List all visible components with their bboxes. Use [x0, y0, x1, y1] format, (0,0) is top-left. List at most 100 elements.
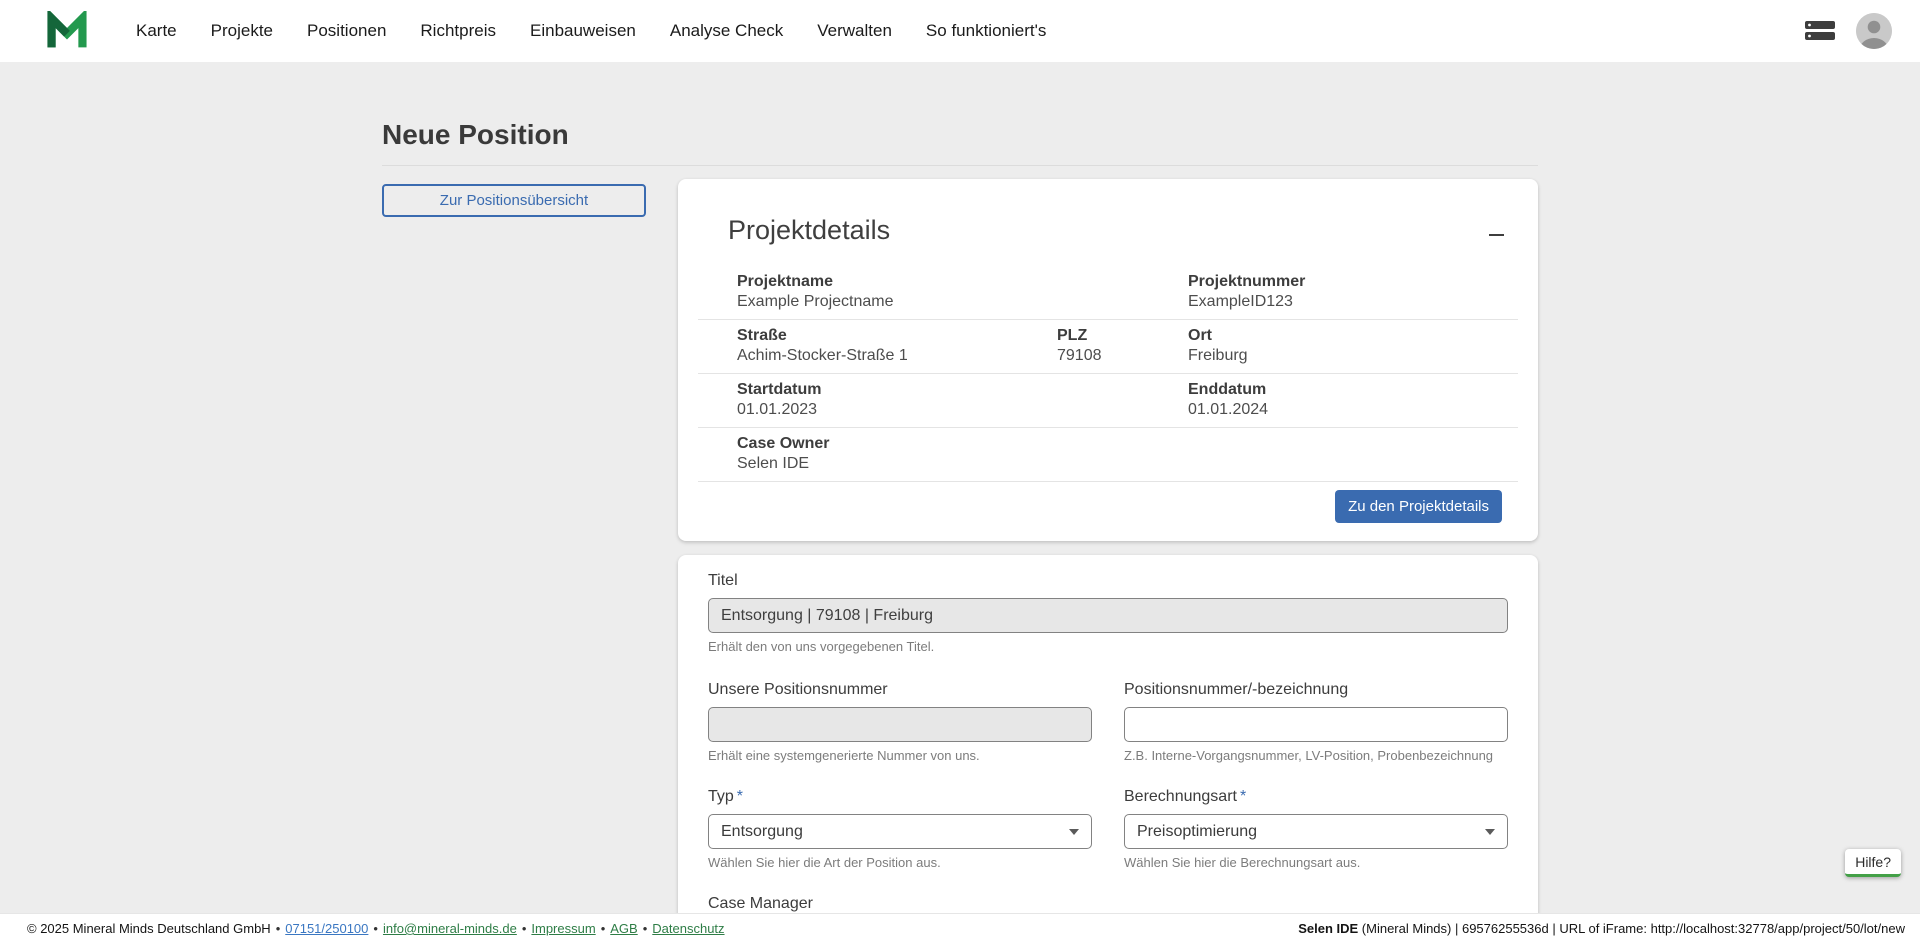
- typ-select-value: Entsorgung: [721, 823, 803, 841]
- form-grid: Unsere Positionsnummer Erhält eine syste…: [708, 680, 1508, 913]
- nav-item-einbauweisen[interactable]: Einbauweisen: [513, 21, 653, 41]
- unsere-positionsnummer-helper: Erhält eine systemgenerierte Nummer von …: [708, 748, 1092, 763]
- ort-cell: Ort Freiburg: [1188, 326, 1518, 366]
- main-content: Neue Position Zur Positionsübersicht Pro…: [0, 62, 1920, 913]
- minus-icon: [1489, 234, 1504, 237]
- strasse-cell: Straße Achim-Stocker-Straße 1: [698, 326, 1057, 366]
- titel-label: Titel: [708, 571, 1508, 590]
- user-icon: [1856, 13, 1892, 49]
- nav-right: [1804, 13, 1892, 49]
- plz-value: 79108: [1057, 346, 1188, 366]
- projektname-cell: Projektname Example Projectname: [698, 272, 1188, 312]
- footer-session-info: Selen IDE (Mineral Minds) | 69576255536d…: [1298, 921, 1905, 936]
- required-asterisk: *: [1240, 788, 1246, 805]
- plz-label: PLZ: [1057, 326, 1188, 346]
- top-nav: Karte Projekte Positionen Richtpreis Ein…: [0, 0, 1920, 62]
- enddatum-value: 01.01.2024: [1188, 400, 1518, 420]
- berechnungsart-label: Berechnungsart*: [1124, 787, 1508, 806]
- unsere-positionsnummer-input: [708, 707, 1092, 742]
- plz-cell: PLZ 79108: [1057, 326, 1188, 366]
- footer-separator: •: [276, 921, 281, 936]
- left-column: Zur Positionsübersicht: [382, 179, 678, 217]
- nav-item-projekte[interactable]: Projekte: [194, 21, 290, 41]
- startdatum-value: 01.01.2023: [737, 400, 1188, 420]
- titel-helper: Erhält den von uns vorgegebenen Titel.: [708, 639, 1508, 654]
- right-column: Projektdetails Projektname Example Proje…: [678, 179, 1538, 913]
- enddatum-label: Enddatum: [1188, 380, 1518, 400]
- zur-positionsuebersicht-button[interactable]: Zur Positionsübersicht: [382, 184, 646, 217]
- footer-datenschutz-link[interactable]: Datenschutz: [652, 921, 724, 936]
- footer-separator: •: [643, 921, 648, 936]
- strasse-label: Straße: [737, 326, 1057, 346]
- server-icon[interactable]: [1804, 19, 1836, 43]
- table-row: Projektname Example Projectname Projektn…: [698, 266, 1518, 320]
- chevron-down-icon: [1485, 829, 1495, 835]
- startdatum-cell: Startdatum 01.01.2023: [698, 380, 1188, 420]
- page-title: Neue Position: [382, 62, 1538, 151]
- case-owner-cell: Case Owner Selen IDE: [698, 434, 1188, 474]
- positionsnummer-input[interactable]: [1124, 707, 1508, 742]
- nav-item-verwalten[interactable]: Verwalten: [800, 21, 909, 41]
- projektnummer-value: ExampleID123: [1188, 292, 1518, 312]
- projektnummer-label: Projektnummer: [1188, 272, 1518, 292]
- footer-separator: •: [601, 921, 606, 936]
- nav-item-positionen[interactable]: Positionen: [290, 21, 403, 41]
- collapse-button[interactable]: [1482, 221, 1510, 249]
- enddatum-cell: Enddatum 01.01.2024: [1188, 380, 1518, 420]
- footer-user-details: (Mineral Minds) | 69576255536d | URL of …: [1358, 921, 1905, 936]
- projektdetails-title: Projektdetails: [728, 215, 1518, 246]
- table-row: Startdatum 01.01.2023 Enddatum 01.01.202…: [698, 374, 1518, 428]
- case-owner-label: Case Owner: [737, 434, 1188, 454]
- startdatum-label: Startdatum: [737, 380, 1188, 400]
- ort-label: Ort: [1188, 326, 1518, 346]
- footer-impressum-link[interactable]: Impressum: [531, 921, 595, 936]
- table-row: Case Owner Selen IDE: [698, 428, 1518, 482]
- footer-separator: •: [522, 921, 527, 936]
- footer-agb-link[interactable]: AGB: [610, 921, 637, 936]
- position-form-card: Titel Erhält den von uns vorgegebenen Ti…: [678, 555, 1538, 913]
- berechnungsart-helper: Wählen Sie hier die Berechnungsart aus.: [1124, 855, 1508, 870]
- nav-item-richtpreis[interactable]: Richtpreis: [403, 21, 513, 41]
- berechnungsart-select-value: Preisoptimierung: [1137, 823, 1257, 841]
- typ-select[interactable]: Entsorgung: [708, 814, 1092, 849]
- nav-item-karte[interactable]: Karte: [119, 21, 194, 41]
- footer-user-name: Selen IDE: [1298, 921, 1358, 936]
- footer-legal: © 2025 Mineral Minds Deutschland GmbH • …: [27, 921, 725, 936]
- footer-email-link[interactable]: info@mineral-minds.de: [383, 921, 517, 936]
- case-owner-value: Selen IDE: [737, 454, 1188, 474]
- chevron-down-icon: [1069, 829, 1079, 835]
- title-divider: [382, 165, 1538, 166]
- avatar[interactable]: [1856, 13, 1892, 49]
- footer-separator: •: [373, 921, 378, 936]
- footer-copyright: © 2025 Mineral Minds Deutschland GmbH: [27, 921, 271, 936]
- positionsnummer-helper: Z.B. Interne-Vorgangsnummer, LV-Position…: [1124, 748, 1508, 763]
- projektdetails-card: Projektdetails Projektname Example Proje…: [678, 179, 1538, 541]
- ort-value: Freiburg: [1188, 346, 1518, 366]
- footer-phone-link[interactable]: 07151/250100: [285, 921, 368, 936]
- projektnummer-cell: Projektnummer ExampleID123: [1188, 272, 1518, 312]
- berechnungsart-select[interactable]: Preisoptimierung: [1124, 814, 1508, 849]
- titel-input: [708, 598, 1508, 633]
- typ-label: Typ*: [708, 787, 1092, 806]
- nav-item-analyse-check[interactable]: Analyse Check: [653, 21, 800, 41]
- typ-helper: Wählen Sie hier die Art der Position aus…: [708, 855, 1092, 870]
- brand-logo[interactable]: [45, 11, 89, 51]
- case-manager-label: Case Manager: [708, 894, 1092, 913]
- case-manager-group: Case Manager: [708, 894, 1092, 913]
- typ-group: Typ* Entsorgung Wählen Sie hier die Art …: [708, 787, 1092, 870]
- positionsnummer-label: Positionsnummer/-bezeichnung: [1124, 680, 1508, 699]
- projektdetails-table: Projektname Example Projectname Projektn…: [698, 266, 1518, 482]
- titel-field-group: Titel Erhält den von uns vorgegebenen Ti…: [708, 571, 1508, 654]
- logo-m-icon: [45, 11, 89, 51]
- zu-den-projektdetails-button[interactable]: Zu den Projektdetails: [1335, 490, 1502, 523]
- projektname-value: Example Projectname: [737, 292, 1188, 312]
- unsere-positionsnummer-group: Unsere Positionsnummer Erhält eine syste…: [708, 680, 1092, 763]
- unsere-positionsnummer-label: Unsere Positionsnummer: [708, 680, 1092, 699]
- berechnungsart-group: Berechnungsart* Preisoptimierung Wählen …: [1124, 787, 1508, 870]
- nav-menu: Karte Projekte Positionen Richtpreis Ein…: [119, 21, 1063, 41]
- hilfe-button[interactable]: Hilfe?: [1845, 849, 1901, 877]
- required-asterisk: *: [737, 788, 743, 805]
- positionsnummer-group: Positionsnummer/-bezeichnung Z.B. Intern…: [1124, 680, 1508, 763]
- strasse-value: Achim-Stocker-Straße 1: [737, 346, 1057, 366]
- nav-item-so-funktionierts[interactable]: So funktioniert's: [909, 21, 1063, 41]
